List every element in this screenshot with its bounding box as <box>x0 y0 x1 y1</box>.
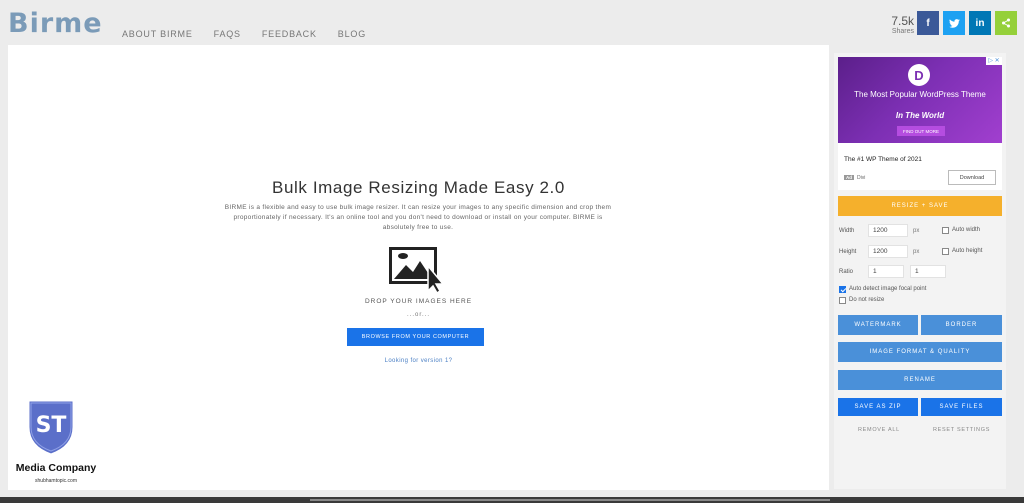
facebook-icon[interactable]: f <box>917 11 939 35</box>
ad-headline: The Most Popular WordPress Theme <box>854 90 986 99</box>
rename-button[interactable]: RENAME <box>838 370 1002 390</box>
share-label: Shares <box>891 28 914 35</box>
nav-about[interactable]: ABOUT BIRME <box>122 29 193 39</box>
ad-cta-button[interactable]: FIND OUT MORE <box>897 126 945 136</box>
border-button[interactable]: BORDER <box>921 315 1002 335</box>
height-unit: px <box>913 249 920 255</box>
ad-title[interactable]: The #1 WP Theme of 2021 <box>844 156 922 163</box>
auto-width-checkbox[interactable] <box>942 227 949 234</box>
nav-faqs[interactable]: FAQS <box>214 29 241 39</box>
ratio-width-input[interactable]: 1 <box>868 265 904 278</box>
browse-button[interactable]: BROWSE FROM YOUR COMPUTER <box>347 328 484 346</box>
image-upload-icon <box>389 247 445 293</box>
twitter-icon[interactable] <box>943 11 965 35</box>
drop-instructions: DROP YOUR IMAGES HERE <box>364 298 473 305</box>
share-count: 7.5k <box>891 14 914 28</box>
intro-description: BIRME is a flexible and easy to use bulk… <box>224 204 612 231</box>
reset-settings-link[interactable]: RESET SETTINGS <box>933 427 990 433</box>
ad-headline-emphasis: In The World <box>895 111 945 120</box>
watermark-button[interactable]: WATERMARK <box>838 315 918 335</box>
width-label: Width <box>839 228 855 234</box>
ad-banner[interactable]: D The Most Popular WordPress Theme In Th… <box>838 57 1002 143</box>
focal-point-checkbox[interactable] <box>839 286 846 293</box>
do-not-resize-label: Do not resize <box>849 297 885 303</box>
auto-width-label: Auto width <box>952 227 981 233</box>
width-input[interactable]: 1200 <box>868 224 908 237</box>
share-icon[interactable] <box>995 11 1017 35</box>
top-nav: ABOUT BIRME FAQS FEEDBACK BLOG <box>122 29 366 39</box>
height-label: Height <box>839 249 857 255</box>
settings-sidebar: D The Most Popular WordPress Theme In Th… <box>834 53 1006 489</box>
ad-close-icon[interactable]: ▷ ✕ <box>986 57 1002 65</box>
divi-logo-icon: D <box>908 64 930 86</box>
ad-sponsor: Ad Divi <box>844 175 865 181</box>
watermark-url: shubhamtopic.com <box>35 478 77 484</box>
scrollbar-thumb[interactable] <box>310 499 830 501</box>
remove-all-link[interactable]: REMOVE ALL <box>858 427 900 433</box>
resize-save-button[interactable]: RESIZE + SAVE <box>838 196 1002 216</box>
ad-sponsor-name: Divi <box>857 175 866 181</box>
save-as-zip-button[interactable]: SAVE AS ZIP <box>838 398 918 416</box>
height-input[interactable]: 1200 <box>868 245 908 258</box>
ratio-label: Ratio <box>839 269 854 275</box>
ad-badge: Ad <box>844 175 854 180</box>
auto-height-label: Auto height <box>952 248 983 254</box>
or-separator: ...or... <box>406 312 430 318</box>
watermark-badge-text: ST <box>36 413 67 438</box>
auto-height-checkbox[interactable] <box>942 248 949 255</box>
share-counter: 7.5k Shares <box>884 14 914 36</box>
drop-zone[interactable]: Bulk Image Resizing Made Easy 2.0 BIRME … <box>8 45 829 490</box>
media-company-watermark: ST Media Company shubhamtopic.com <box>8 395 104 490</box>
nav-feedback[interactable]: FEEDBACK <box>262 29 317 39</box>
focal-point-label: Auto detect image focal point <box>849 286 927 292</box>
image-format-quality-button[interactable]: IMAGE FORMAT & QUALITY <box>838 342 1002 362</box>
advertisement[interactable]: D The Most Popular WordPress Theme In Th… <box>838 57 1002 190</box>
ad-download-button[interactable]: Download <box>948 170 996 185</box>
watermark-name: Media Company <box>15 462 97 474</box>
version-1-link[interactable]: Looking for version 1? <box>8 358 829 364</box>
width-unit: px <box>913 228 920 234</box>
nav-blog[interactable]: BLOG <box>338 29 366 39</box>
ratio-height-input[interactable]: 1 <box>910 265 946 278</box>
save-files-button[interactable]: SAVE FILES <box>921 398 1002 416</box>
page-title: Bulk Image Resizing Made Easy 2.0 <box>272 178 565 197</box>
linkedin-icon[interactable]: in <box>969 11 991 35</box>
birme-logo[interactable]: Birme <box>8 8 103 39</box>
do-not-resize-checkbox[interactable] <box>839 297 846 304</box>
horizontal-scrollbar[interactable] <box>0 497 1024 503</box>
st-logo-icon: ST <box>26 398 76 457</box>
